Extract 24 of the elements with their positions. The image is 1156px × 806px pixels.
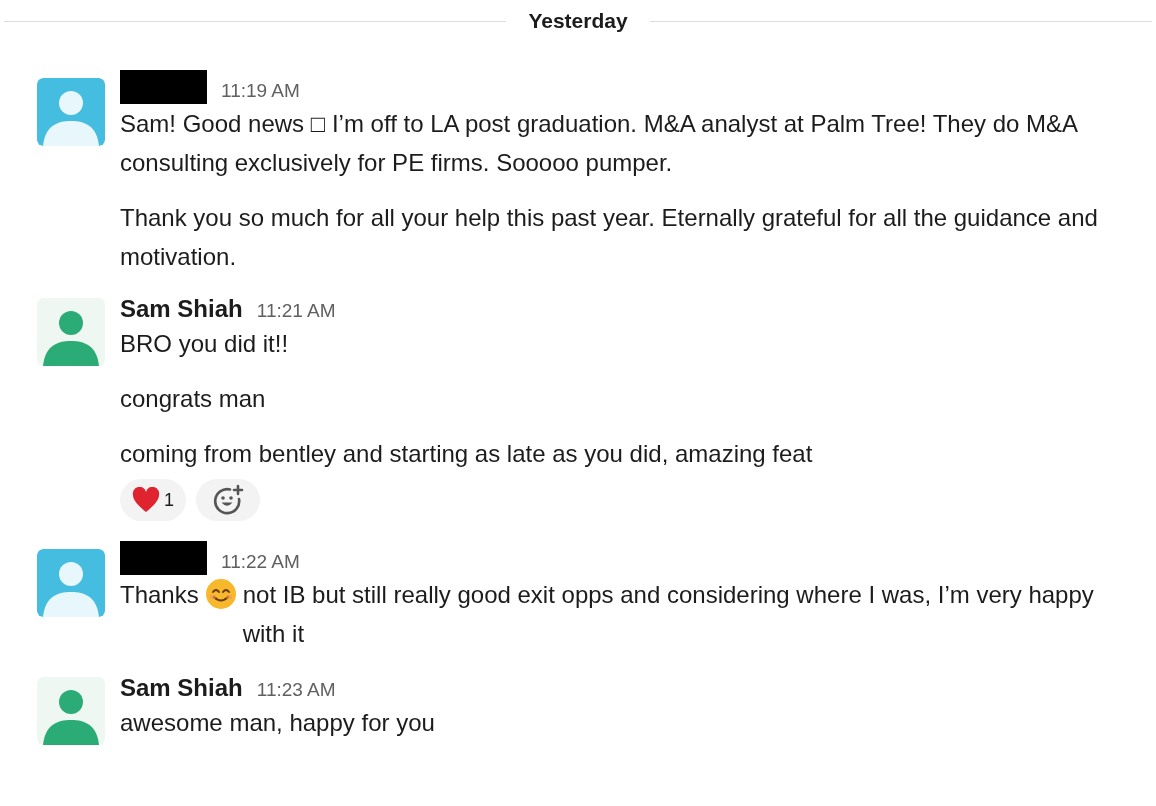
message-text: Sam! Good news □ I’m off to LA post graduation. M&A analyst at Palm Tree! They do M&A consulting exclusively for PE firms. Sooooo pumper. [120, 109, 1079, 178]
avatar-icon[interactable] [37, 78, 105, 146]
avatar-icon[interactable] [37, 677, 105, 745]
message-time[interactable]: 11:23 AM [256, 677, 336, 703]
smiling-face-icon [204, 578, 237, 610]
avatar-icon[interactable] [37, 298, 105, 366]
add-emoji-icon [212, 484, 244, 516]
message-text: not IB but still really good exit opps and considering where I was, I’m very happy with it [242, 580, 1095, 649]
add-reaction-button[interactable] [196, 479, 260, 521]
message-text: Thanks [120, 580, 199, 610]
reaction-button[interactable]: 1 [120, 479, 186, 521]
message-text: Thank you so much for all your help this past year. Eternally grateful for all the guidance and motivation. [120, 203, 1099, 272]
message-time[interactable]: 11:21 AM [256, 298, 336, 324]
heart-icon [132, 487, 160, 513]
message-text: congrats man [120, 384, 267, 414]
message-text: BRO you did it!! [120, 329, 290, 359]
message-time[interactable]: 11:19 AM [221, 78, 300, 104]
author-name[interactable]: Sam Shiah [120, 294, 243, 324]
message-text: coming from bentley and starting as late as you did, amazing feat [120, 439, 814, 469]
message-time[interactable]: 11:22 AM [221, 549, 300, 575]
message-text: awesome man, happy for you [120, 708, 436, 738]
author-name[interactable]: Sam Shiah [120, 673, 243, 703]
date-divider-label: Yesterday [527, 8, 629, 35]
avatar-icon[interactable] [37, 549, 105, 617]
